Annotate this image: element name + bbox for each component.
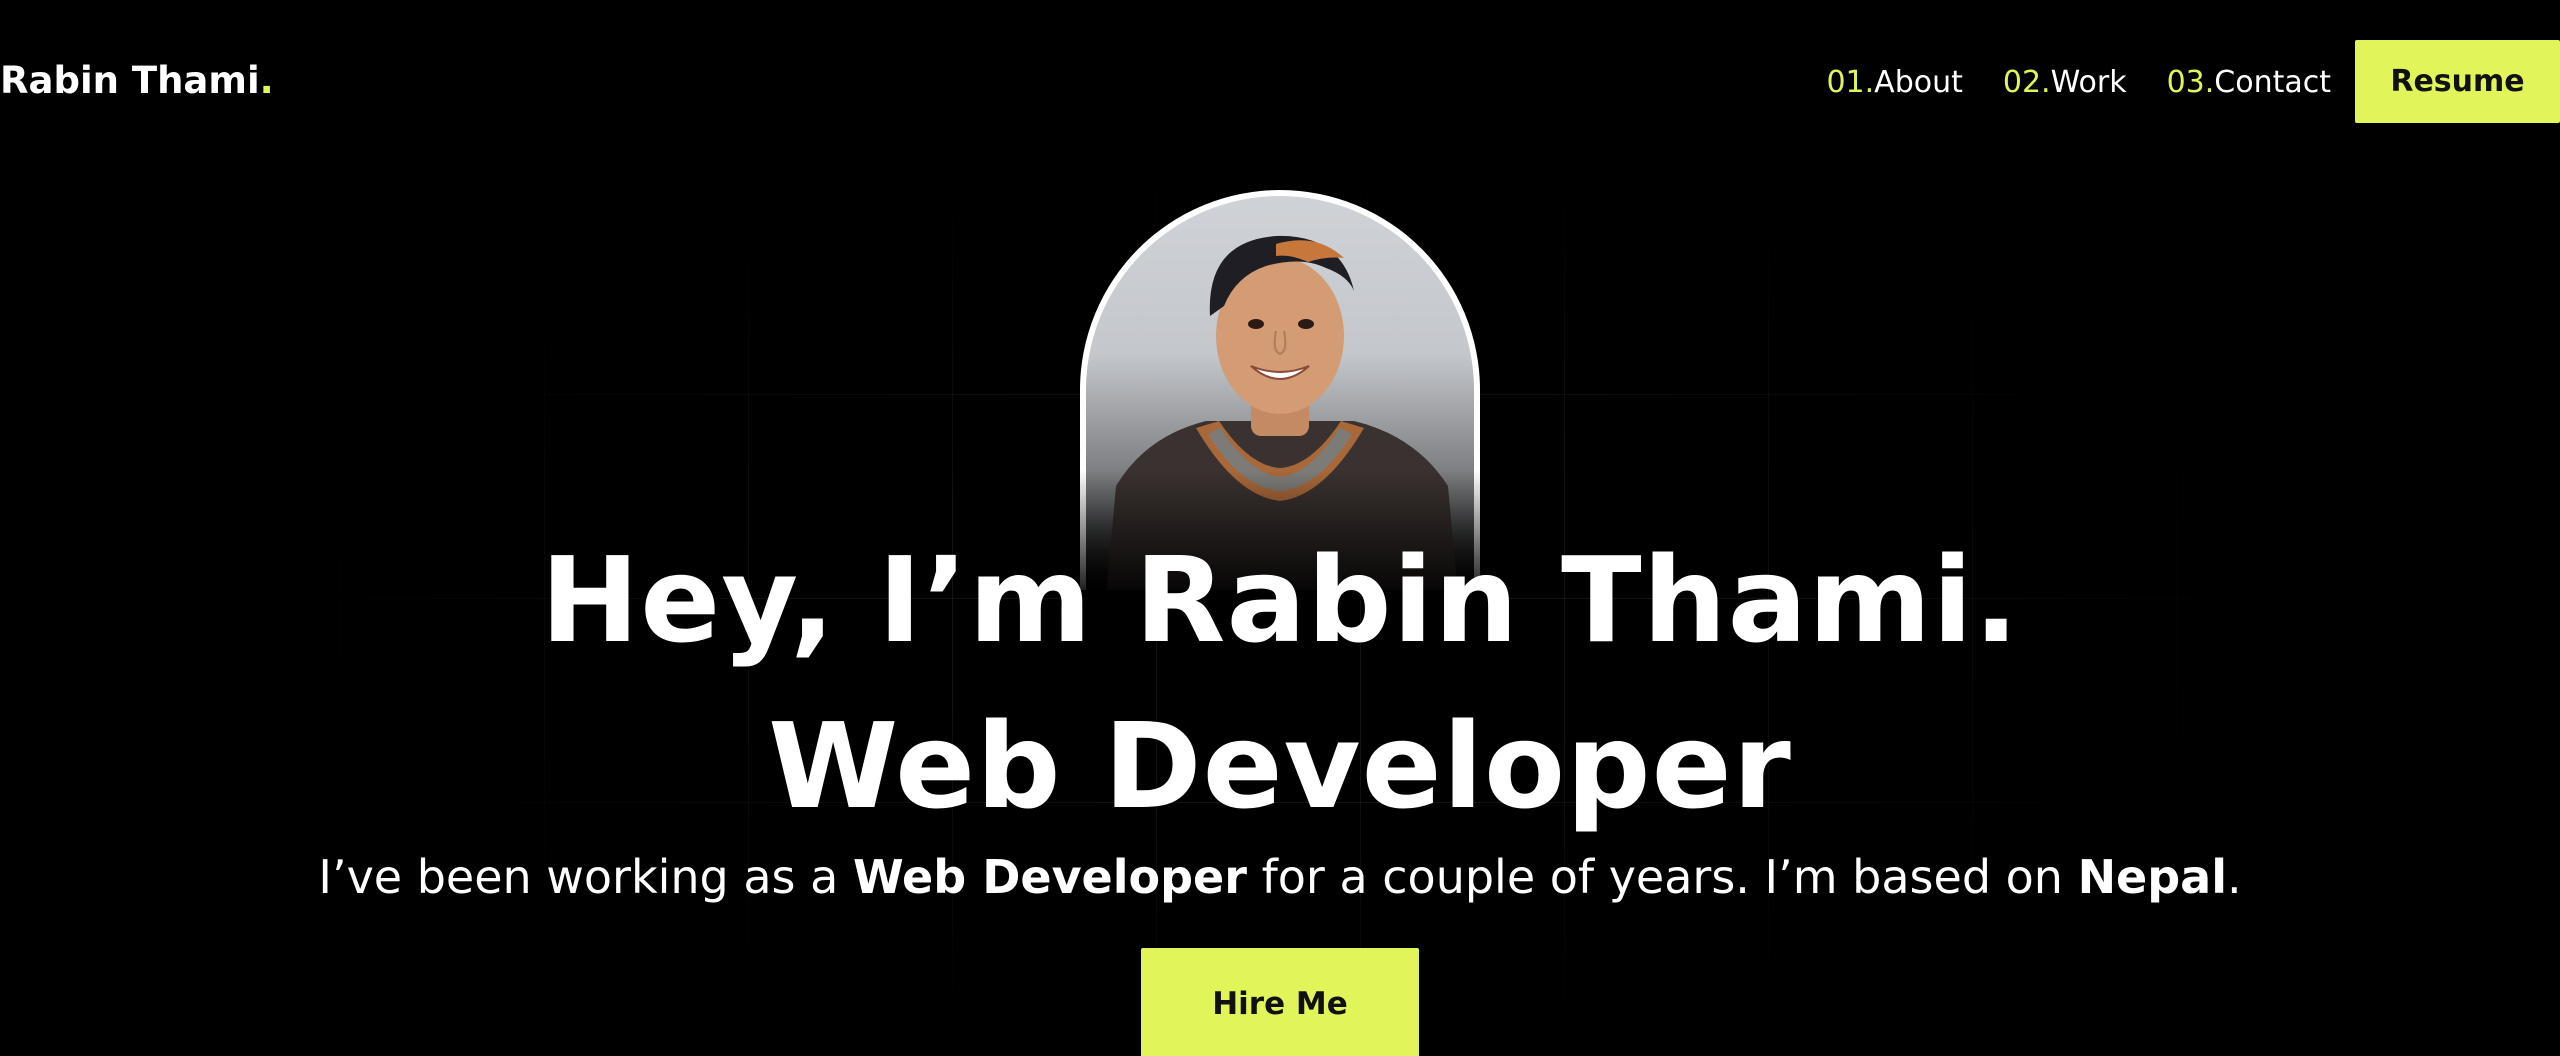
site-header: Rabin Thami. 01. About 02. Work 03. Contact… <box>0 0 2560 165</box>
logo[interactable]: Rabin Thami. <box>0 56 274 106</box>
hero-intro: I’ve been working as a Web Developer for… <box>0 848 2560 906</box>
logo-dot: . <box>259 59 274 102</box>
resume-button[interactable]: Resume <box>2355 40 2560 123</box>
page: Rabin Thami. 01. About 02. Work 03. Contact… <box>0 0 2560 1056</box>
nav-item-label: Work <box>2050 65 2127 100</box>
nav-item-work[interactable]: 02. Work <box>2003 63 2127 103</box>
main-nav: 01. About 02. Work 03. Contact <box>1826 61 2331 105</box>
intro-location: Nepal <box>2077 850 2227 904</box>
hero-role-title: Web Developer <box>768 697 1792 835</box>
hire-me-button[interactable]: Hire Me <box>1141 948 1419 1056</box>
intro-text: . <box>2227 850 2242 904</box>
logo-text: Rabin Thami <box>0 59 260 102</box>
intro-role: Web Developer <box>852 850 1247 904</box>
nav-item-number: 02. <box>2002 65 2051 100</box>
intro-text: I’ve been working as a <box>318 850 853 904</box>
hero-greeting: Hey, I’m Rabin Thami. <box>540 531 2020 669</box>
intro-text: for a couple of years. I’m based on <box>1246 850 2078 904</box>
nav-item-contact[interactable]: 03. Contact <box>2167 63 2331 103</box>
nav-item-about[interactable]: 01. About <box>1826 63 1962 103</box>
nav-item-label: Contact <box>2214 65 2331 100</box>
nav-item-number: 03. <box>2166 65 2215 100</box>
nav-item-label: About <box>1874 65 1963 100</box>
nav-item-number: 01. <box>1826 65 1875 100</box>
